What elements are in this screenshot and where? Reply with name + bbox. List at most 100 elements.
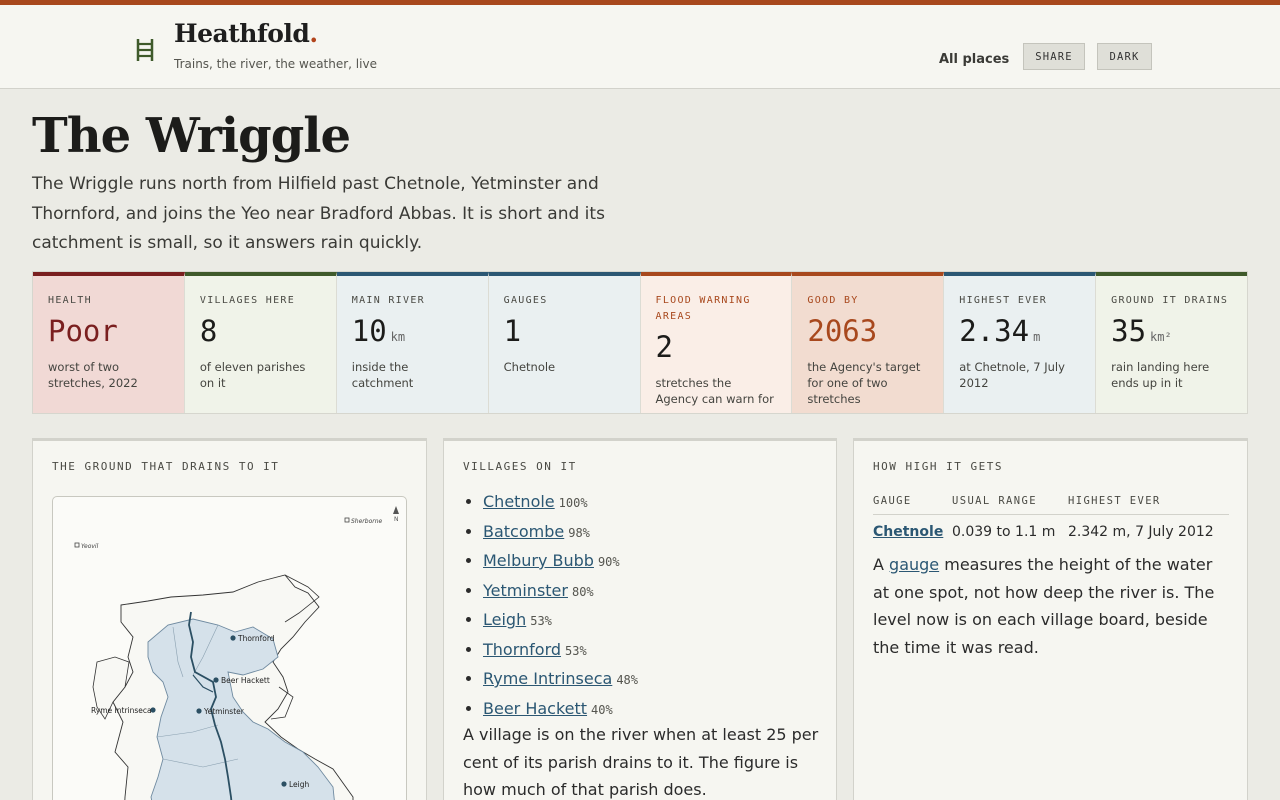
list-item: Melbury Bubb90% bbox=[483, 547, 638, 577]
ryme-label: Ryme Intrinseca bbox=[91, 706, 152, 715]
stat-card: VILLAGES HERE 8 of eleven parishes on it bbox=[184, 272, 337, 413]
gauge-table: GAUGE USUAL RANGE HIGHEST EVER Chetnole … bbox=[873, 493, 1229, 551]
village-link[interactable]: Chetnole bbox=[483, 492, 555, 511]
stats-strip: HEALTH Poor worst of two stretches, 2022 VI… bbox=[32, 271, 1248, 414]
stat-label: GAUGES bbox=[503, 295, 548, 306]
gauge-card: HOW HIGH IT GETS GAUGE USUAL RANGE HIGHE… bbox=[853, 438, 1248, 800]
beer-hackett-label: Beer Hackett bbox=[221, 676, 270, 685]
catchment-map[interactable]: N Sherborne Yeovil Thornford Beer Hacket… bbox=[52, 496, 407, 800]
stat-value: 35 km² bbox=[1111, 314, 1172, 348]
village-link[interactable]: Batcombe bbox=[483, 522, 564, 541]
village-percent: 53% bbox=[565, 643, 587, 658]
list-item: Chetnole100% bbox=[483, 488, 638, 518]
stat-card: GOOD BY 2063 the Agency's target for one o… bbox=[792, 272, 945, 413]
yeovil-label: Yeovil bbox=[81, 543, 99, 550]
page-intro: The Wriggle runs north from Hilfield pas… bbox=[32, 174, 605, 253]
stat-card: GROUND IT DRAINS 35 km² rain landing here e… bbox=[1096, 272, 1247, 413]
gauge-note: A gauge measures the height of the water… bbox=[873, 555, 1215, 657]
stat-card: HIGHEST EVER 2.34 m at Chetnole, 7 July 201… bbox=[944, 272, 1097, 413]
stat-label: HEALTH bbox=[48, 295, 92, 306]
village-link[interactable]: Melbury Bubb bbox=[483, 551, 594, 570]
dark-mode-button[interactable]: DARK bbox=[1097, 43, 1152, 70]
yetminster-label: Yetminster bbox=[203, 707, 245, 716]
stat-label: VILLAGES HERE bbox=[199, 295, 296, 306]
stat-value: 8 bbox=[199, 314, 218, 348]
village-link[interactable]: Yetminster bbox=[483, 581, 568, 600]
stat-note: inside the catchment bbox=[351, 360, 414, 390]
list-item: Beer Hackett 40% bbox=[483, 695, 638, 725]
site-tagline: Trains, the river, the weather, live bbox=[174, 57, 377, 71]
village-percent: 98% bbox=[568, 525, 590, 540]
ladder-icon[interactable] bbox=[134, 37, 156, 63]
thornford-label: Thornford bbox=[237, 634, 275, 643]
list-item: Leigh 53% bbox=[483, 606, 638, 636]
stat-value: 2 bbox=[655, 330, 673, 364]
stat-unit: km bbox=[390, 330, 406, 344]
stat-note: the Agency's target for one of two stret… bbox=[807, 360, 921, 406]
card-title: VILLAGES ON IT bbox=[463, 460, 577, 473]
stat-label: GROUND IT DRAINS bbox=[1111, 295, 1229, 306]
stat-card: GAUGES 1 Chetnole bbox=[488, 272, 641, 413]
stat-value: 1 bbox=[503, 314, 522, 348]
sherborne-label: Sherborne bbox=[351, 518, 383, 525]
sherborne-marker bbox=[344, 517, 350, 523]
leigh-label: Leigh bbox=[289, 780, 310, 789]
village-percent: 80% bbox=[571, 584, 594, 599]
thornford-dot bbox=[230, 635, 236, 641]
stat-label: HIGHEST EVER bbox=[959, 295, 1048, 306]
stat-note: stretches the Agency can warn for bbox=[655, 376, 774, 406]
list-item: Thornford 53% bbox=[483, 636, 638, 666]
table-header: GAUGE USUAL RANGE HIGHEST EVER bbox=[873, 493, 1229, 515]
list-item: Ryme Intrinseca 48% bbox=[483, 665, 638, 695]
all-places-link[interactable]: All places bbox=[939, 52, 1009, 67]
yeovil-marker bbox=[74, 542, 80, 548]
highest-ever-value: 2.342 m, 7 July 2012 bbox=[1068, 524, 1214, 540]
col-highest: HIGHEST EVER bbox=[1068, 495, 1161, 507]
village-percent: 90% bbox=[597, 555, 620, 569]
village-link[interactable]: Ryme Intrinseca bbox=[483, 669, 612, 688]
village-link[interactable]: Thornford bbox=[483, 640, 561, 659]
stat-note: Chetnole bbox=[503, 360, 556, 374]
stat-note: at Chetnole, 7 July 2012 bbox=[959, 360, 1065, 390]
stat-card: HEALTH Poor worst of two stretches, 2022 bbox=[33, 272, 185, 413]
stat-value: 2.34 m bbox=[959, 314, 1041, 348]
village-percent: 40% bbox=[591, 702, 613, 717]
villages-list: Chetnole100%Batcombe98%Melbury Bubb90%Ye… bbox=[483, 488, 638, 724]
north-label: N bbox=[394, 516, 399, 523]
site-header: Heathfold. Trains, the river, the weathe… bbox=[0, 5, 1280, 89]
stat-value: Poor bbox=[48, 314, 118, 348]
village-percent: 53% bbox=[530, 614, 552, 628]
catchment-map-card: THE GROUND THAT DRAINS TO IT N Sherborne… bbox=[32, 438, 427, 800]
col-gauge: GAUGE bbox=[873, 495, 912, 507]
stat-unit: m bbox=[1033, 330, 1041, 344]
stat-note: rain landing here ends up in it bbox=[1111, 360, 1210, 390]
card-title: THE GROUND THAT DRAINS TO IT bbox=[52, 460, 280, 473]
list-item: Batcombe 98% bbox=[483, 518, 638, 548]
list-item: Yetminster80% bbox=[483, 577, 638, 607]
share-button[interactable]: SHARE bbox=[1023, 43, 1085, 70]
villages-note: A village is on the river when at least … bbox=[463, 725, 819, 799]
village-link[interactable]: Leigh bbox=[483, 610, 526, 629]
stat-value: 2063 bbox=[807, 314, 878, 348]
villages-card: VILLAGES ON IT Chetnole100% Batcombe 98% Me… bbox=[443, 438, 837, 800]
village-percent: 48% bbox=[616, 673, 638, 687]
village-link[interactable]: Beer Hackett bbox=[483, 699, 587, 718]
page-title: The Wriggle bbox=[32, 108, 351, 164]
table-row: Chetnole 0.039 to 1.1 m 2.342 m, 7 July … bbox=[873, 515, 1229, 551]
gauge-term-link[interactable]: gauge bbox=[889, 555, 939, 574]
stat-label: GOOD BY bbox=[807, 295, 859, 306]
village-percent: 100% bbox=[558, 496, 588, 510]
stat-card: FLOOD WARNING AREAS 2 stretches the Agency… bbox=[640, 272, 793, 413]
stat-note: worst of two stretches, 2022 bbox=[48, 360, 138, 390]
stat-card: MAIN RIVER 10 km inside the catchment bbox=[336, 272, 489, 413]
beer-hackett-dot bbox=[213, 677, 219, 683]
yetminster-dot bbox=[196, 708, 202, 714]
col-usual: USUAL RANGE bbox=[952, 495, 1037, 507]
stat-label: FLOOD WARNING AREAS bbox=[655, 295, 751, 322]
site-name[interactable]: Heathfold. bbox=[174, 19, 318, 48]
north-arrow-icon bbox=[393, 506, 399, 514]
map-svg: N Sherborne Yeovil Thornford Beer Hacket… bbox=[74, 506, 399, 800]
stat-note: of eleven parishes on it bbox=[199, 360, 306, 390]
stat-value: 10 km bbox=[351, 314, 406, 348]
gauge-link-chetnole[interactable]: Chetnole bbox=[873, 524, 943, 540]
